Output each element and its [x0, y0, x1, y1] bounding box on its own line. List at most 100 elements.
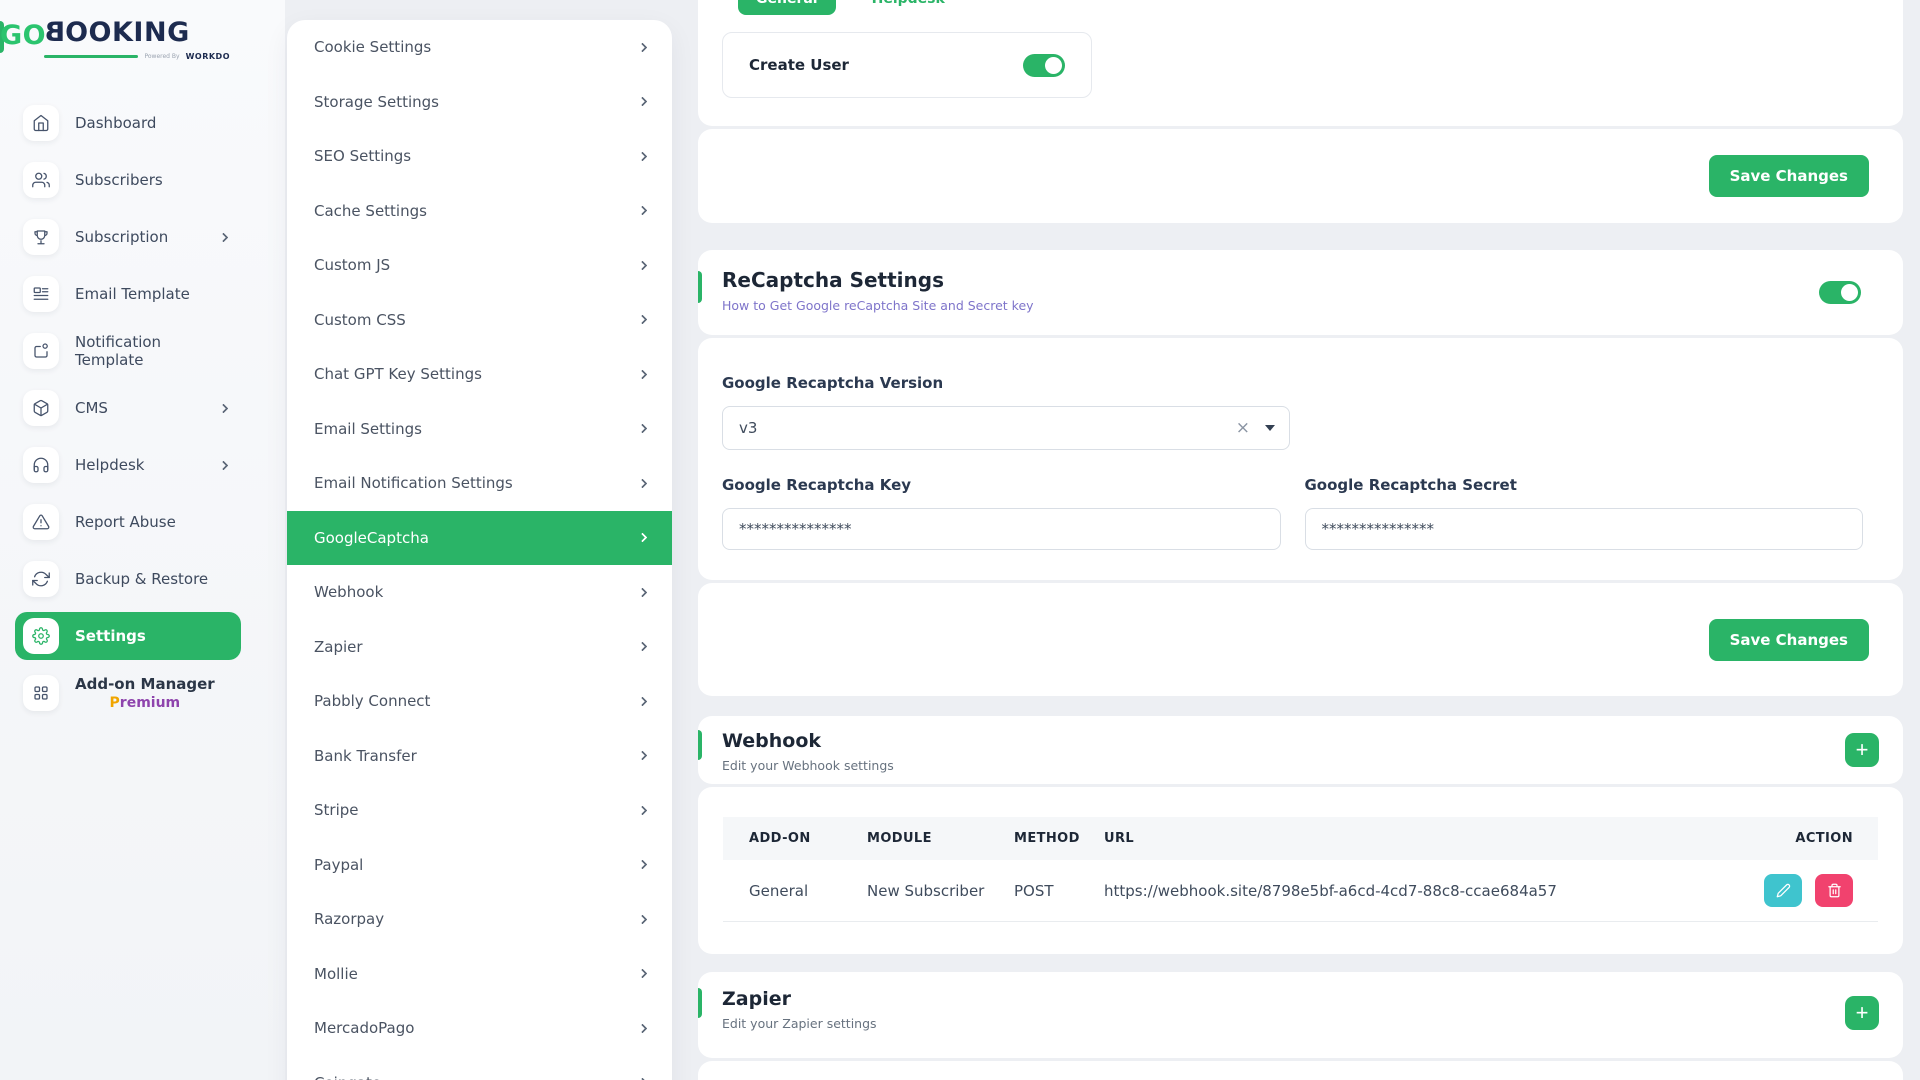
chevron-right-icon [638, 315, 648, 325]
logo-underline [44, 55, 138, 58]
sidebar-item-backup-restore[interactable]: Backup & Restore [0, 551, 285, 608]
recaptcha-toggle[interactable] [1819, 281, 1861, 304]
settings-nav-paypal[interactable]: Paypal [287, 838, 672, 893]
chevron-right-icon [638, 424, 648, 434]
settings-nav-stripe[interactable]: Stripe [287, 783, 672, 838]
chevron-right-icon [638, 97, 648, 107]
pencil-icon [1776, 883, 1791, 898]
settings-nav-label: Custom JS [314, 256, 390, 274]
tab-general[interactable]: General [738, 0, 836, 15]
webhook-table-row: General New Subscriber POST https://webh… [723, 860, 1878, 922]
premium-badge-first: P [110, 695, 120, 711]
settings-nav-label: Bank Transfer [314, 747, 417, 765]
home-icon [23, 105, 59, 141]
chevron-right-icon [638, 696, 648, 706]
save-changes-button[interactable]: Save Changes [1709, 155, 1869, 197]
settings-nav-label: Webhook [314, 583, 383, 601]
settings-nav-chatgpt-key[interactable]: Chat GPT Key Settings [287, 347, 672, 402]
trash-icon [1827, 883, 1842, 898]
settings-nav-bank-transfer[interactable]: Bank Transfer [287, 729, 672, 784]
add-zapier-button[interactable]: + [1845, 996, 1879, 1030]
sidebar-item-addon-manager[interactable]: Add-on Manager Premium [0, 665, 285, 722]
template-icon [23, 276, 59, 312]
delete-webhook-button[interactable] [1815, 874, 1853, 907]
recaptcha-key-input[interactable] [722, 508, 1281, 550]
save-changes-button[interactable]: Save Changes [1709, 619, 1869, 661]
edit-webhook-button[interactable] [1764, 874, 1802, 907]
settings-nav-mollie[interactable]: Mollie [287, 947, 672, 1002]
sidebar-item-subscribers[interactable]: Subscribers [0, 152, 285, 209]
settings-nav-razorpay[interactable]: Razorpay [287, 892, 672, 947]
webhook-subtitle: Edit your Webhook settings [722, 758, 1903, 773]
powered-prefix: Powered By [144, 53, 179, 60]
chevron-right-icon [219, 403, 229, 413]
addon-manager-text: Add-on Manager Premium [75, 675, 215, 711]
sidebar-item-dashboard[interactable]: Dashboard [0, 95, 285, 152]
settings-nav-coingate[interactable]: Coingate [287, 1056, 672, 1080]
settings-nav-custom-js[interactable]: Custom JS [287, 238, 672, 293]
create-user-toggle[interactable] [1023, 54, 1065, 77]
add-webhook-button[interactable]: + [1845, 733, 1879, 767]
main-content: General Helpdesk Create User Save Change… [698, 0, 1903, 1080]
settings-nav-label: Email Notification Settings [314, 474, 513, 492]
recaptcha-secret-input[interactable] [1305, 508, 1864, 550]
cell-url: https://webhook.site/8798e5bf-a6cd-4cd7-… [1104, 860, 1728, 922]
recaptcha-help-link[interactable]: How to Get Google reCaptcha Site and Sec… [722, 298, 1903, 313]
sidebar-item-label: Notification Template [75, 333, 227, 369]
column-header-method: METHOD [1014, 817, 1104, 860]
tab-helpdesk[interactable]: Helpdesk [872, 0, 945, 7]
settings-nav-label: Razorpay [314, 910, 384, 928]
settings-nav-label: Cookie Settings [314, 38, 431, 56]
settings-nav-label: Coingate [314, 1074, 381, 1080]
recaptcha-version-value: v3 [739, 419, 757, 437]
settings-nav-pabbly-connect[interactable]: Pabbly Connect [287, 674, 672, 729]
headphones-icon [23, 447, 59, 483]
brand-logo[interactable]: BOOKINGGO Powered By WORKDO [0, 0, 230, 61]
settings-nav-panel: Cookie Settings Storage Settings SEO Set… [287, 20, 672, 1080]
sidebar-item-cms[interactable]: CMS [0, 380, 285, 437]
settings-nav-label: Cache Settings [314, 202, 427, 220]
sidebar-item-subscription[interactable]: Subscription [0, 209, 285, 266]
sidebar-item-email-template[interactable]: Email Template [0, 266, 285, 323]
chevron-right-icon [638, 860, 648, 870]
sidebar-item-notification-template[interactable]: Notification Template [0, 323, 285, 380]
settings-nav-storage-settings[interactable]: Storage Settings [287, 75, 672, 130]
sidebar-item-label: Report Abuse [75, 513, 176, 531]
section-accent-bar [698, 988, 702, 1018]
settings-nav-label: Custom CSS [314, 311, 406, 329]
select-controls: × [1236, 418, 1275, 438]
settings-nav-googlecaptcha[interactable]: GoogleCaptcha [287, 511, 672, 566]
clear-selection-icon[interactable]: × [1236, 418, 1250, 438]
settings-nav-webhook[interactable]: Webhook [287, 565, 672, 620]
create-user-setting: Create User [722, 32, 1092, 98]
sidebar-item-label: Add-on Manager [75, 675, 215, 693]
sidebar-item-label: Subscribers [75, 171, 163, 189]
cell-module: New Subscriber [867, 860, 1014, 922]
settings-nav-zapier[interactable]: Zapier [287, 620, 672, 675]
general-save-bar: Save Changes [698, 129, 1903, 223]
settings-nav-email-notification[interactable]: Email Notification Settings [287, 456, 672, 511]
chevron-down-icon[interactable] [1265, 425, 1275, 431]
settings-nav-mercadopago[interactable]: MercadoPago [287, 1001, 672, 1056]
brand-logo-text: BOOKINGGO [44, 18, 230, 48]
settings-nav-cache-settings[interactable]: Cache Settings [287, 184, 672, 239]
settings-nav-label: MercadoPago [314, 1019, 414, 1037]
settings-nav-custom-css[interactable]: Custom CSS [287, 293, 672, 348]
recaptcha-form-card: Google Recaptcha Version v3 × Google Rec… [698, 338, 1903, 580]
chevron-right-icon [638, 805, 648, 815]
sidebar-item-helpdesk[interactable]: Helpdesk [0, 437, 285, 494]
column-header-module: MODULE [867, 817, 1014, 860]
recaptcha-version-select[interactable]: v3 × [722, 406, 1290, 450]
sidebar-item-report-abuse[interactable]: Report Abuse [0, 494, 285, 551]
zapier-title: Zapier [722, 988, 1903, 1010]
refresh-icon [23, 561, 59, 597]
settings-nav-seo-settings[interactable]: SEO Settings [287, 129, 672, 184]
settings-nav-cookie-settings[interactable]: Cookie Settings [287, 20, 672, 75]
recaptcha-title: ReCaptcha Settings [722, 268, 1903, 292]
settings-nav-email-settings[interactable]: Email Settings [287, 402, 672, 457]
webhook-table: ADD-ON MODULE METHOD URL ACTION General … [723, 817, 1878, 922]
zapier-table-card [698, 1061, 1903, 1080]
sidebar-item-label: Email Template [75, 285, 190, 303]
chevron-right-icon [219, 460, 229, 470]
sidebar-item-settings[interactable]: Settings [15, 612, 241, 660]
